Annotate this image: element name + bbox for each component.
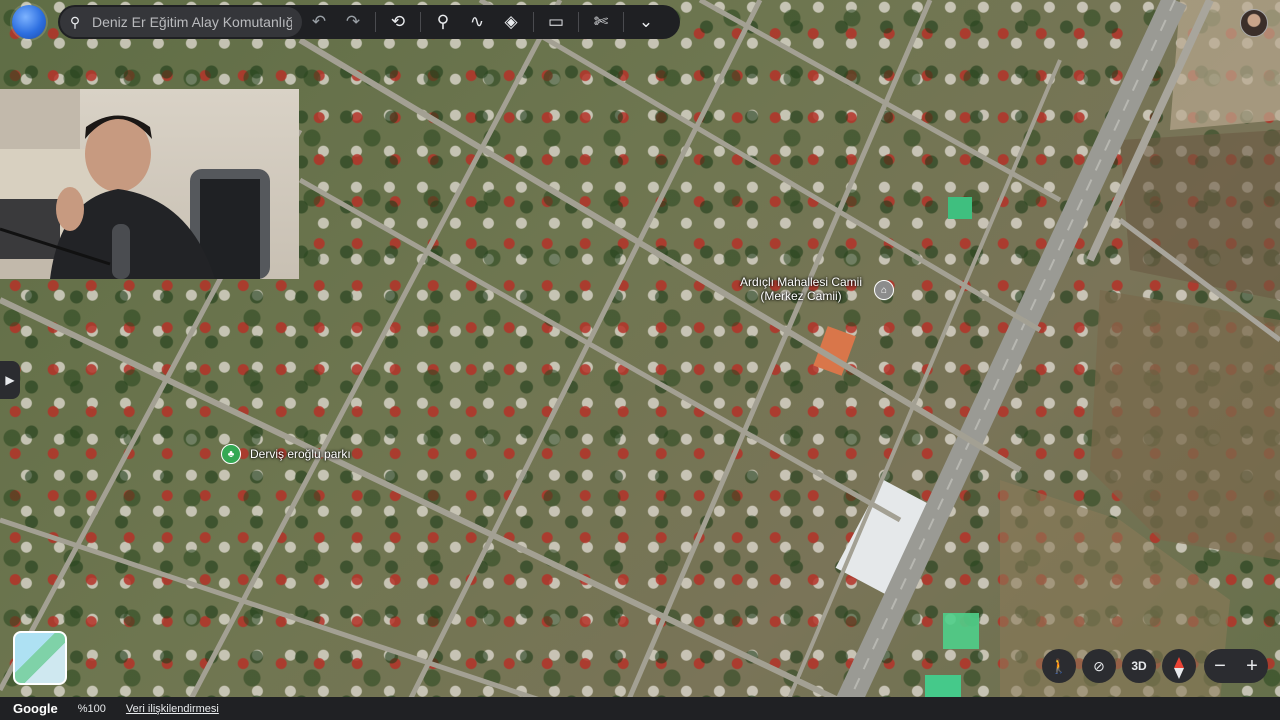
redo-icon: ↷ bbox=[345, 12, 361, 31]
toolbar-divider bbox=[375, 12, 376, 32]
toolbar-divider bbox=[533, 12, 534, 32]
place-pin-icon: ⚲ bbox=[436, 12, 450, 31]
map-style-thumbnail[interactable] bbox=[13, 631, 67, 685]
toggle-3d-button[interactable]: 3D bbox=[1122, 649, 1156, 683]
history-button[interactable]: ⟲ bbox=[381, 5, 415, 39]
zoom-level: %100 bbox=[77, 702, 106, 715]
street-view-button[interactable]: 🚶 bbox=[1042, 649, 1076, 683]
top-toolbar: ⚲ ↶ ↷ ⟲ ⚲ ∿ ◈ ▭ ✄ ⌄ bbox=[58, 5, 680, 39]
webcam-overlay bbox=[0, 89, 299, 279]
search-box[interactable]: ⚲ bbox=[60, 7, 302, 37]
layers-icon: ◈ bbox=[504, 12, 518, 31]
park-label[interactable]: Derviş eroğlu parkı bbox=[250, 447, 351, 461]
zoom-out-button[interactable]: − bbox=[1214, 655, 1226, 678]
webcam-person-image bbox=[0, 89, 270, 279]
more-button[interactable]: ⌄ bbox=[629, 5, 663, 39]
search-icon[interactable]: ⚲ bbox=[60, 14, 90, 31]
path-icon: ∿ bbox=[469, 12, 485, 31]
earth-menu-button[interactable] bbox=[12, 5, 46, 39]
mosque-label[interactable]: Ardıçlı Mahallesi Camii (Merkez Camii) bbox=[736, 275, 866, 303]
side-panel-toggle[interactable]: ▶ bbox=[0, 361, 20, 399]
zoom-in-button[interactable]: + bbox=[1246, 655, 1258, 678]
undo-button[interactable]: ↶ bbox=[302, 5, 336, 39]
reset-tilt-icon: ⊘ bbox=[1093, 657, 1105, 674]
history-icon: ⟲ bbox=[390, 12, 406, 31]
toolbar-divider bbox=[420, 12, 421, 32]
google-earth-view: ⌂ Ardıçlı Mahallesi Camii (Merkez Camii)… bbox=[0, 0, 1280, 720]
undo-icon: ↶ bbox=[311, 12, 327, 31]
toolbar-divider bbox=[578, 12, 579, 32]
layers-button[interactable]: ◈ bbox=[494, 5, 528, 39]
ruler-icon: ▭ bbox=[547, 12, 565, 31]
pegman-icon: 🚶 bbox=[1050, 657, 1068, 674]
status-bar: Google %100 Veri ilişkilendirmesi bbox=[0, 697, 1280, 720]
avatar[interactable] bbox=[1240, 9, 1268, 37]
data-attribution-link[interactable]: Veri ilişkilendirmesi bbox=[126, 703, 219, 715]
zoom-control: − + bbox=[1204, 649, 1268, 683]
park-icon[interactable]: ♣ bbox=[221, 444, 241, 464]
measure-button[interactable]: ▭ bbox=[539, 5, 573, 39]
add-placemark-button[interactable]: ⚲ bbox=[426, 5, 460, 39]
chevron-down-icon: ⌄ bbox=[638, 12, 654, 31]
redo-button[interactable]: ↷ bbox=[336, 5, 370, 39]
chevron-right-icon: ▶ bbox=[5, 373, 15, 387]
compass-button[interactable] bbox=[1162, 649, 1196, 683]
toolbar-divider bbox=[623, 12, 624, 32]
google-logo: Google bbox=[13, 701, 58, 716]
mosque-icon[interactable]: ⌂ bbox=[874, 280, 894, 300]
satellite-tool-icon: ✄ bbox=[593, 12, 609, 31]
draw-path-button[interactable]: ∿ bbox=[460, 5, 494, 39]
reset-view-button[interactable]: ⊘ bbox=[1082, 649, 1116, 683]
satellite-tool-button[interactable]: ✄ bbox=[584, 5, 618, 39]
search-input[interactable] bbox=[90, 13, 294, 31]
compass-icon bbox=[1174, 656, 1184, 679]
